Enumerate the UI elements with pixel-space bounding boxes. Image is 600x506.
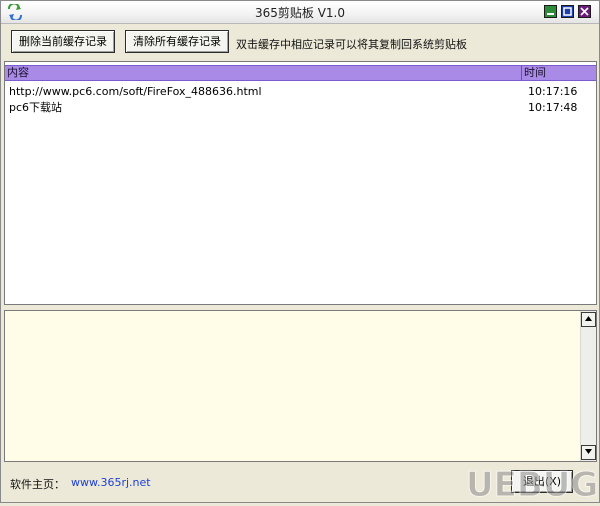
toolbar: 删除当前缓存记录 清除所有缓存记录 双击缓存中相应记录可以将其复制回系统剪贴板 [1, 24, 599, 61]
vertical-scrollbar[interactable] [580, 311, 596, 461]
delete-current-button[interactable]: 删除当前缓存记录 [11, 30, 115, 53]
list-rows: http://www.pc6.com/soft/FireFox_488636.h… [5, 84, 596, 116]
status-bar: 软件主页： www.365rj.net 退出(X) [1, 465, 599, 502]
app-window: 365剪贴板 V1.0 删除当前缓存记录 清除所有缓存记录 双击缓存中相应记录可… [0, 0, 600, 503]
window-title: 365剪贴板 V1.0 [254, 6, 345, 20]
column-divider[interactable] [521, 66, 522, 80]
homepage-label: 软件主页： [10, 478, 65, 491]
title-bar[interactable]: 365剪贴板 V1.0 [1, 1, 599, 24]
maximize-icon [563, 7, 572, 16]
close-icon [580, 7, 589, 16]
hint-text: 双击缓存中相应记录可以将其复制回系统剪贴板 [236, 38, 467, 51]
scroll-down-button[interactable] [581, 445, 596, 460]
homepage-link[interactable]: www.365rj.net [71, 476, 151, 489]
list-item[interactable]: pc6下载站 10:17:48 [5, 100, 596, 116]
item-time: 10:17:16 [528, 85, 578, 98]
preview-panel [4, 310, 597, 462]
preview-textarea[interactable] [5, 311, 579, 461]
history-list[interactable]: 内容 时间 http://www.pc6.com/soft/FireFox_48… [4, 61, 597, 305]
list-header: 内容 时间 [5, 65, 596, 81]
column-header-content[interactable]: 内容 [7, 66, 29, 80]
scroll-up-button[interactable] [581, 312, 596, 327]
item-content: pc6下载站 [9, 101, 63, 114]
close-button[interactable] [578, 5, 591, 18]
arrow-up-icon [585, 316, 592, 321]
item-time: 10:17:48 [528, 101, 578, 114]
arrow-down-icon [585, 449, 592, 454]
exit-button[interactable]: 退出(X) [511, 470, 573, 493]
minimize-icon [547, 13, 554, 15]
minimize-button[interactable] [544, 5, 557, 18]
maximize-button[interactable] [561, 5, 574, 18]
list-item[interactable]: http://www.pc6.com/soft/FireFox_488636.h… [5, 84, 596, 100]
clear-all-button[interactable]: 清除所有缓存记录 [125, 30, 229, 53]
column-header-time[interactable]: 时间 [524, 66, 546, 80]
item-content: http://www.pc6.com/soft/FireFox_488636.h… [9, 85, 262, 98]
